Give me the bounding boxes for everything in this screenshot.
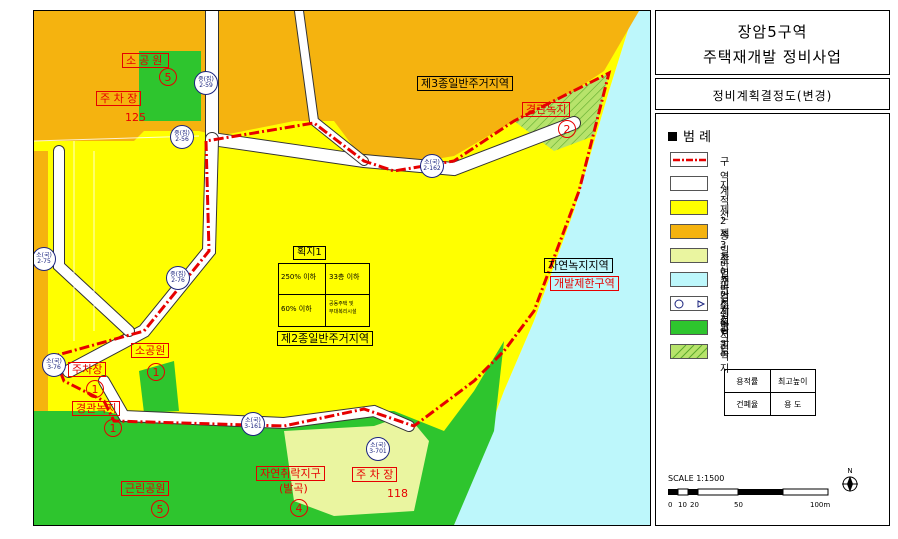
- landscape-top-number: 2: [558, 120, 576, 138]
- road-marker-number: 2-59: [199, 82, 213, 89]
- road-marker[interactable]: 소(국) 3-701: [366, 437, 390, 461]
- neighborhood-park-number: 5: [151, 500, 169, 518]
- project-title: 장암5구역: [737, 23, 808, 41]
- road-marker-number: 2-162: [423, 165, 441, 172]
- block-table: 250% 이하 33층 이하 60% 이하 공동주택 및 부대복리시설: [278, 263, 370, 327]
- legend-title: 범 례: [668, 126, 711, 145]
- block-far: 250% 이하: [281, 273, 317, 281]
- scale-tick: 0: [668, 501, 673, 509]
- green-swatch: [670, 344, 708, 359]
- drawing-title: 정비계획결정도(변경): [712, 89, 833, 103]
- small-park-left-number: 1: [147, 363, 165, 381]
- parking-left-number: 1: [86, 380, 104, 398]
- village-sublabel: (발곡): [279, 482, 308, 495]
- road-swatch: [670, 296, 708, 311]
- parking-top-number: 125: [125, 111, 146, 124]
- legend: 범 례 구역계 지적선 제2종일반주거지역 제3종일반주거지역 자연녹지지역 개…: [655, 113, 890, 526]
- drawing-title-box: 정비계획결정도(변경): [655, 78, 890, 110]
- scale-tick: 20: [690, 501, 699, 509]
- boundary-swatch: [670, 152, 708, 167]
- zone3-swatch: [670, 224, 708, 239]
- scale-tick: 100m: [810, 501, 831, 509]
- key-far: 용적률: [724, 369, 771, 393]
- road-marker-number: 2-75: [37, 258, 51, 265]
- village-label: 자연취락지구: [256, 466, 325, 481]
- road-marker[interactable]: 소(국) 2-75: [34, 247, 56, 271]
- north-arrow-icon: N: [841, 467, 859, 497]
- neighborhood-park-label: 근린공원: [121, 481, 170, 496]
- legend-square-icon: [668, 132, 677, 141]
- landscape-top-label: 경관녹지: [522, 102, 571, 117]
- parking-top-label: 주 차 장: [96, 91, 142, 106]
- scale-tick: 50: [734, 501, 743, 509]
- landscape-left-label: 경관녹지: [72, 401, 121, 416]
- greenbelt-swatch: [670, 272, 708, 287]
- small-park-top-number: 5: [159, 68, 177, 86]
- village-number: 4: [290, 499, 308, 517]
- natural-swatch: [670, 248, 708, 263]
- project-subtitle: 주택재개발 정비사업: [703, 48, 842, 66]
- road-marker-number: 2-56: [175, 136, 189, 143]
- road-marker[interactable]: 소(국) 3-76: [42, 353, 66, 377]
- parking-bottom-number: 118: [387, 487, 408, 500]
- zone2-label: 제2종일반주거지역: [277, 331, 373, 346]
- parking-bottom-label: 주 차 장: [352, 467, 398, 482]
- block-label: 획지1: [293, 246, 326, 260]
- small-park-top-label: 소공원: [122, 53, 170, 68]
- key-bcr: 건폐율: [724, 392, 771, 416]
- block-use-a: 공동주택 및: [329, 301, 354, 307]
- zoning-map[interactable]: 제3종일반주거지역 제2종일반주거지역 자연녹지지역 개발제한구역 획지1 25…: [33, 10, 651, 526]
- key-height: 최고높이: [769, 369, 816, 393]
- park-swatch: [670, 320, 708, 335]
- scale-bar: [668, 488, 829, 496]
- block-height: 33층 이하: [329, 273, 360, 281]
- zone3-label: 제3종일반주거지역: [417, 76, 513, 91]
- legend-key-table: 용적률 최고높이 건폐율 용 도: [724, 369, 816, 416]
- parcel-swatch: [670, 176, 708, 191]
- scale-label: SCALE 1:1500: [668, 474, 725, 483]
- road-marker-number: 2-76: [171, 277, 185, 284]
- zone2-swatch: [670, 200, 708, 215]
- road-marker[interactable]: 소(국) 2-162: [420, 154, 444, 178]
- scale-ticks: 0 10 20 50 100m: [668, 501, 831, 511]
- parking-left-label: 주차장: [68, 362, 107, 377]
- greenbelt-label: 개발제한구역: [550, 276, 619, 291]
- road-marker-number: 3-701: [369, 448, 387, 455]
- block-use-b: 부대복리시설: [329, 309, 357, 315]
- north-label: N: [847, 467, 853, 475]
- road-marker-number: 3-76: [47, 364, 61, 371]
- natural-green-label: 자연녹지지역: [544, 258, 613, 273]
- landscape-left-number: 1: [104, 419, 122, 437]
- key-use: 용 도: [769, 392, 816, 416]
- small-park-left-label: 소공원: [131, 343, 170, 358]
- road-marker[interactable]: 중(집) 2-59: [194, 71, 218, 95]
- block-bcr: 60% 이하: [281, 305, 312, 313]
- scale-tick: 10: [678, 501, 687, 509]
- road-marker[interactable]: 중(집) 2-56: [170, 125, 194, 149]
- road-marker[interactable]: 소(국) 3-161: [241, 412, 265, 436]
- road-marker-number: 3-161: [244, 423, 262, 430]
- title-box: 장암5구역 주택재개발 정비사업: [655, 10, 890, 75]
- road-marker[interactable]: 중(집) 2-76: [166, 266, 190, 290]
